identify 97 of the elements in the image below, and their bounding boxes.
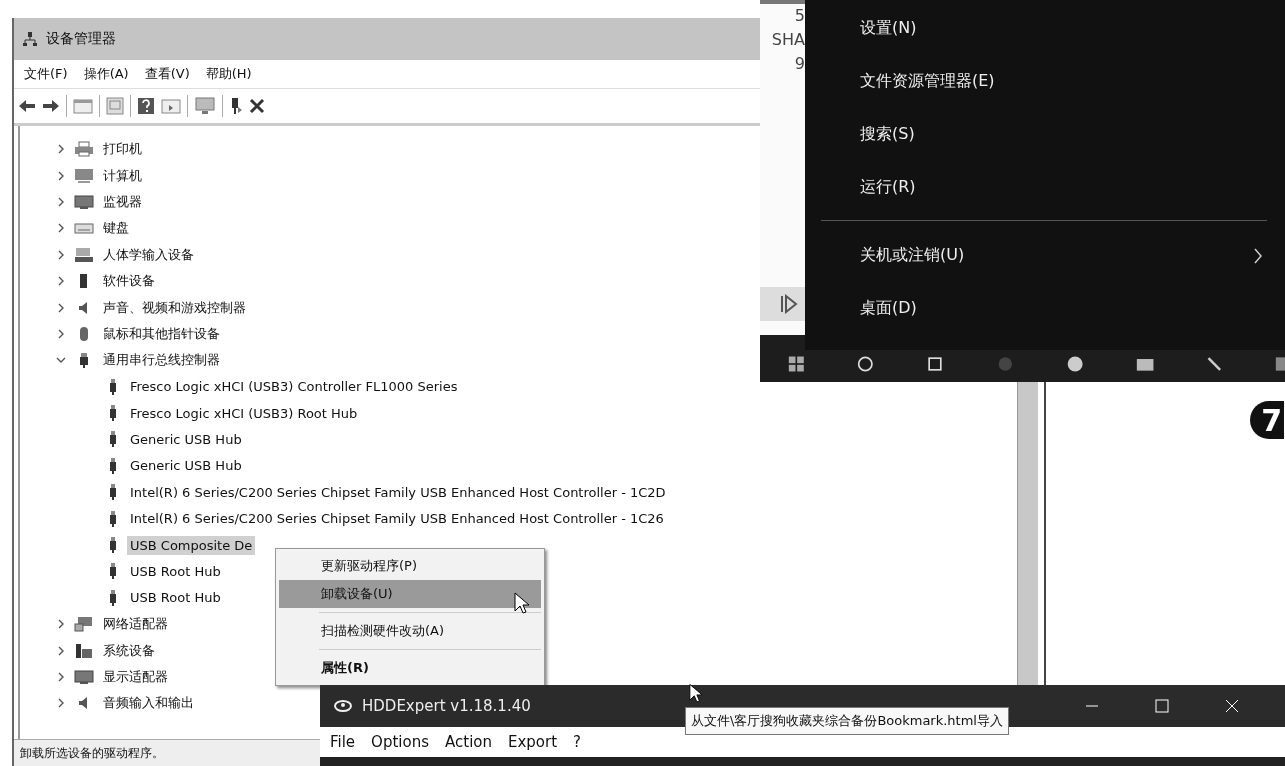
submenu-chevron-icon <box>1253 246 1263 265</box>
printer-icon <box>74 141 94 158</box>
tree-item[interactable]: USB Root Hub <box>127 561 224 581</box>
app-logo-icon <box>334 698 352 714</box>
menu-item[interactable]: 搜索(S) <box>805 108 1285 161</box>
mouse-cursor-icon <box>514 592 530 616</box>
system-icon <box>74 642 94 659</box>
tree-item[interactable]: 显示适配器 <box>100 666 171 688</box>
window-icon[interactable] <box>73 98 93 114</box>
tree-item[interactable]: 网络适配器 <box>100 613 171 636</box>
expand-chevron-icon[interactable] <box>56 249 66 260</box>
usb-plug-icon <box>107 588 119 607</box>
menu-item[interactable]: Action <box>445 733 492 751</box>
globe-icon[interactable] <box>1065 354 1085 374</box>
tree-item[interactable]: Generic USB Hub <box>127 456 245 476</box>
expand-chevron-icon[interactable] <box>56 223 66 234</box>
window-title: HDDExpert v1.18.1.40 <box>362 697 531 715</box>
window-text: 9 <box>794 53 805 75</box>
usb-plug-icon <box>107 404 119 423</box>
tree-item[interactable]: 计算机 <box>100 164 145 187</box>
device-manager-icon <box>22 31 38 47</box>
menu-item[interactable]: File <box>330 733 356 751</box>
tree-item[interactable]: 软件设备 <box>100 270 158 293</box>
expand-chevron-icon[interactable] <box>56 170 66 181</box>
monitor-icon <box>74 193 94 210</box>
menu-item[interactable]: 扫描检测硬件改动(A) <box>279 617 541 645</box>
search-circle-icon[interactable] <box>856 354 874 374</box>
usb-plug-icon <box>107 536 119 555</box>
menu-item[interactable]: Options <box>371 733 429 751</box>
menu-item[interactable]: 查看(V) <box>144 65 190 83</box>
tree-item[interactable]: Generic USB Hub <box>127 430 245 449</box>
tree-item[interactable]: 音频输入和输出 <box>100 692 197 715</box>
menu-item[interactable]: 文件资源管理器(E) <box>805 55 1285 108</box>
monitor-icon <box>74 669 94 685</box>
menu-item[interactable]: Export <box>508 733 558 751</box>
expand-chevron-icon[interactable] <box>56 276 66 287</box>
menu-item[interactable]: 运行(R) <box>805 161 1285 214</box>
menu-item[interactable]: 属性(R) <box>279 654 541 682</box>
tree-item[interactable]: 人体学输入设备 <box>100 243 197 266</box>
usb-plug-icon <box>107 483 119 502</box>
mouse-cursor-icon <box>689 683 703 705</box>
forward-arrow-icon[interactable] <box>42 99 60 113</box>
expand-chevron-icon[interactable] <box>56 328 66 339</box>
maximize-icon[interactable] <box>1155 699 1169 713</box>
usb-plug-icon <box>107 456 119 475</box>
usb-plug-icon <box>107 430 119 449</box>
usb-plug-icon <box>107 509 119 528</box>
menu-item[interactable]: 文件(F) <box>24 65 68 83</box>
menu-item[interactable]: ? <box>573 733 582 751</box>
expand-chevron-icon[interactable] <box>56 672 66 682</box>
network-icon <box>74 616 94 633</box>
input-device-icon <box>74 246 94 263</box>
window-text: 5 <box>794 5 805 27</box>
step-badge: 7 <box>1250 401 1284 439</box>
tree-item[interactable]: 打印机 <box>100 138 145 161</box>
menu-item[interactable]: 卸载设备(U) <box>279 580 541 608</box>
help-icon[interactable] <box>137 97 155 115</box>
tree-item[interactable]: USB Root Hub <box>127 588 224 608</box>
menu-item[interactable]: 帮助(H) <box>205 65 252 83</box>
expand-chevron-icon[interactable] <box>56 302 66 313</box>
monitor-icon[interactable] <box>194 97 216 115</box>
back-arrow-icon[interactable] <box>18 99 36 113</box>
tree-item[interactable]: 鼠标和其他指针设备 <box>100 322 223 345</box>
expand-chevron-icon[interactable] <box>56 698 66 709</box>
windows-logo-icon[interactable] <box>788 354 805 374</box>
expand-chevron-icon[interactable] <box>56 645 66 656</box>
usb-plug-icon <box>107 377 119 396</box>
expand-chevron-icon[interactable] <box>56 196 66 207</box>
window-text: SHA <box>771 29 805 51</box>
tree-item[interactable]: 键盘 <box>100 217 132 240</box>
menu-item[interactable]: 关机或注销(U) <box>805 229 1285 282</box>
app-icon[interactable] <box>1275 354 1285 374</box>
tree-item[interactable]: Fresco Logic xHCI (USB3) Root Hub <box>127 403 361 423</box>
computer-icon <box>74 167 94 184</box>
tree-item[interactable]: 监视器 <box>100 190 145 213</box>
play-icon[interactable] <box>780 294 798 314</box>
window-icon[interactable] <box>161 98 181 114</box>
tooltip: 从文件\客厅搜狗收藏夹综合备份Bookmark.html导入 <box>685 707 1009 735</box>
expand-chevron-icon[interactable] <box>56 619 66 630</box>
tree-item[interactable]: Intel(R) 6 Series/C200 Series Chipset Family USB Enhanced Host Controller - 1C26 <box>127 509 667 529</box>
close-icon[interactable] <box>249 98 265 114</box>
status-text: 卸载所选设备的驱动程序。 <box>20 744 164 762</box>
keyboard-icon <box>74 220 94 237</box>
tree-item[interactable]: Intel(R) 6 Series/C200 Series Chipset Family USB Enhanced Host Controller - 1C2D <box>127 482 669 502</box>
tree-item[interactable]: Fresco Logic xHCI (USB3) Controller FL1000 Series <box>127 377 461 397</box>
tree-item[interactable]: USB Composite De <box>127 535 256 555</box>
menu-item[interactable]: 设置(N) <box>805 2 1285 55</box>
menu-item[interactable]: 更新驱动程序(P) <box>279 552 541 580</box>
window-title: 设备管理器 <box>46 30 116 48</box>
usb-plug-icon[interactable] <box>229 97 243 115</box>
menu-item[interactable]: 操作(A) <box>83 65 129 83</box>
expand-chevron-icon[interactable] <box>56 144 66 155</box>
tree-item[interactable]: 声音、视频和游戏控制器 <box>100 296 249 319</box>
menu-item[interactable]: 桌面(D) <box>805 282 1285 335</box>
tree-item[interactable]: 通用串行总线控制器 <box>100 349 223 372</box>
usb-plug-icon <box>107 562 119 581</box>
tree-item[interactable]: 系统设备 <box>100 639 158 662</box>
